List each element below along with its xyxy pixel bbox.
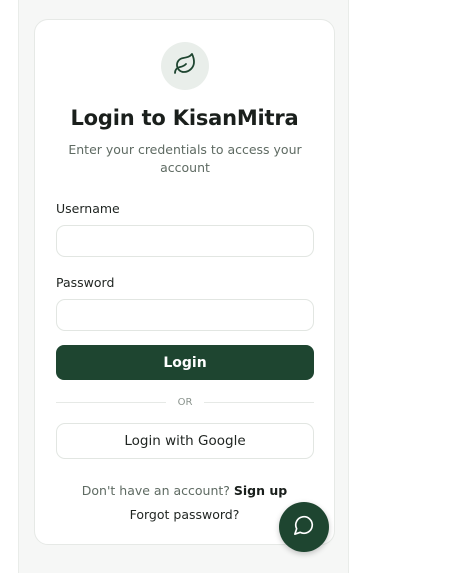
- chat-button[interactable]: [279, 502, 329, 552]
- signup-row: Don't have an account? Sign up: [35, 483, 334, 498]
- page-subtitle: Enter your credentials to access your ac…: [68, 142, 302, 175]
- or-divider: OR: [56, 395, 315, 409]
- signup-link[interactable]: Sign up: [234, 483, 287, 498]
- leaf-icon: [173, 52, 197, 80]
- divider-text: OR: [177, 396, 193, 408]
- logo-badge: [161, 42, 209, 90]
- login-button[interactable]: Login: [56, 345, 314, 380]
- chat-bubble-icon: [293, 514, 315, 540]
- divider-line-left: [56, 401, 166, 403]
- page-title: Login to KisanMitra: [70, 106, 299, 130]
- password-label: Password: [56, 275, 115, 290]
- signup-prompt: Don't have an account?: [81, 483, 230, 498]
- username-input[interactable]: [56, 225, 314, 257]
- username-label: Username: [56, 201, 120, 216]
- password-input[interactable]: [56, 299, 314, 331]
- login-card: Login to KisanMitra Enter your credentia…: [34, 19, 335, 545]
- page-background: Login to KisanMitra Enter your credentia…: [18, 0, 349, 573]
- google-login-button[interactable]: Login with Google: [56, 423, 314, 459]
- divider-line-right: [204, 401, 315, 403]
